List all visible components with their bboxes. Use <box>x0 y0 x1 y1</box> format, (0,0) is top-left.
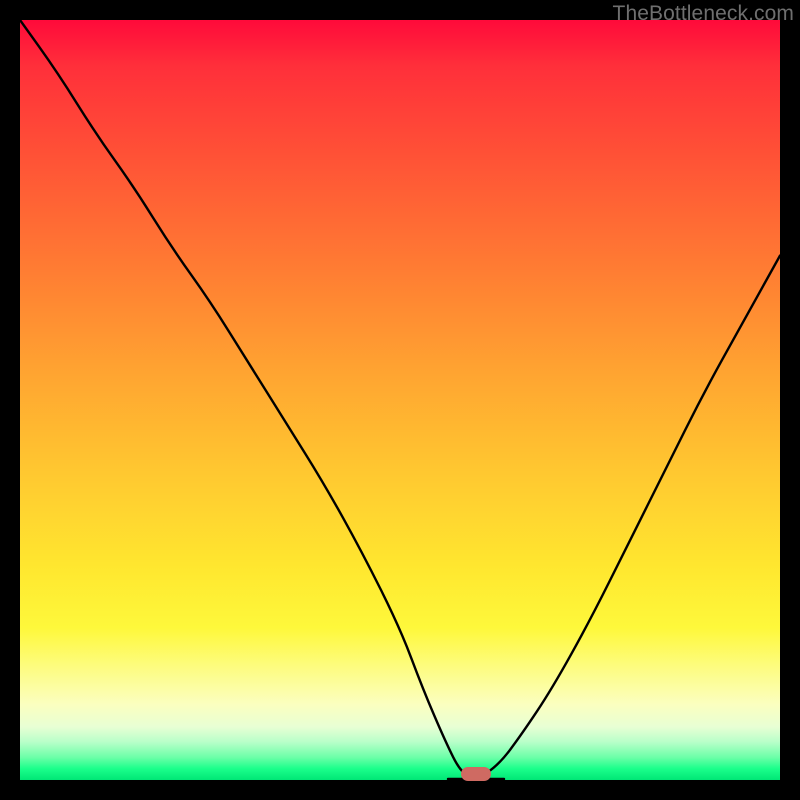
plot-area <box>20 20 780 780</box>
curve-path <box>20 20 780 780</box>
chart-frame: TheBottleneck.com <box>0 0 800 800</box>
watermark-text: TheBottleneck.com <box>613 2 794 26</box>
optimal-point-marker <box>461 767 491 781</box>
bottleneck-curve <box>20 20 780 780</box>
